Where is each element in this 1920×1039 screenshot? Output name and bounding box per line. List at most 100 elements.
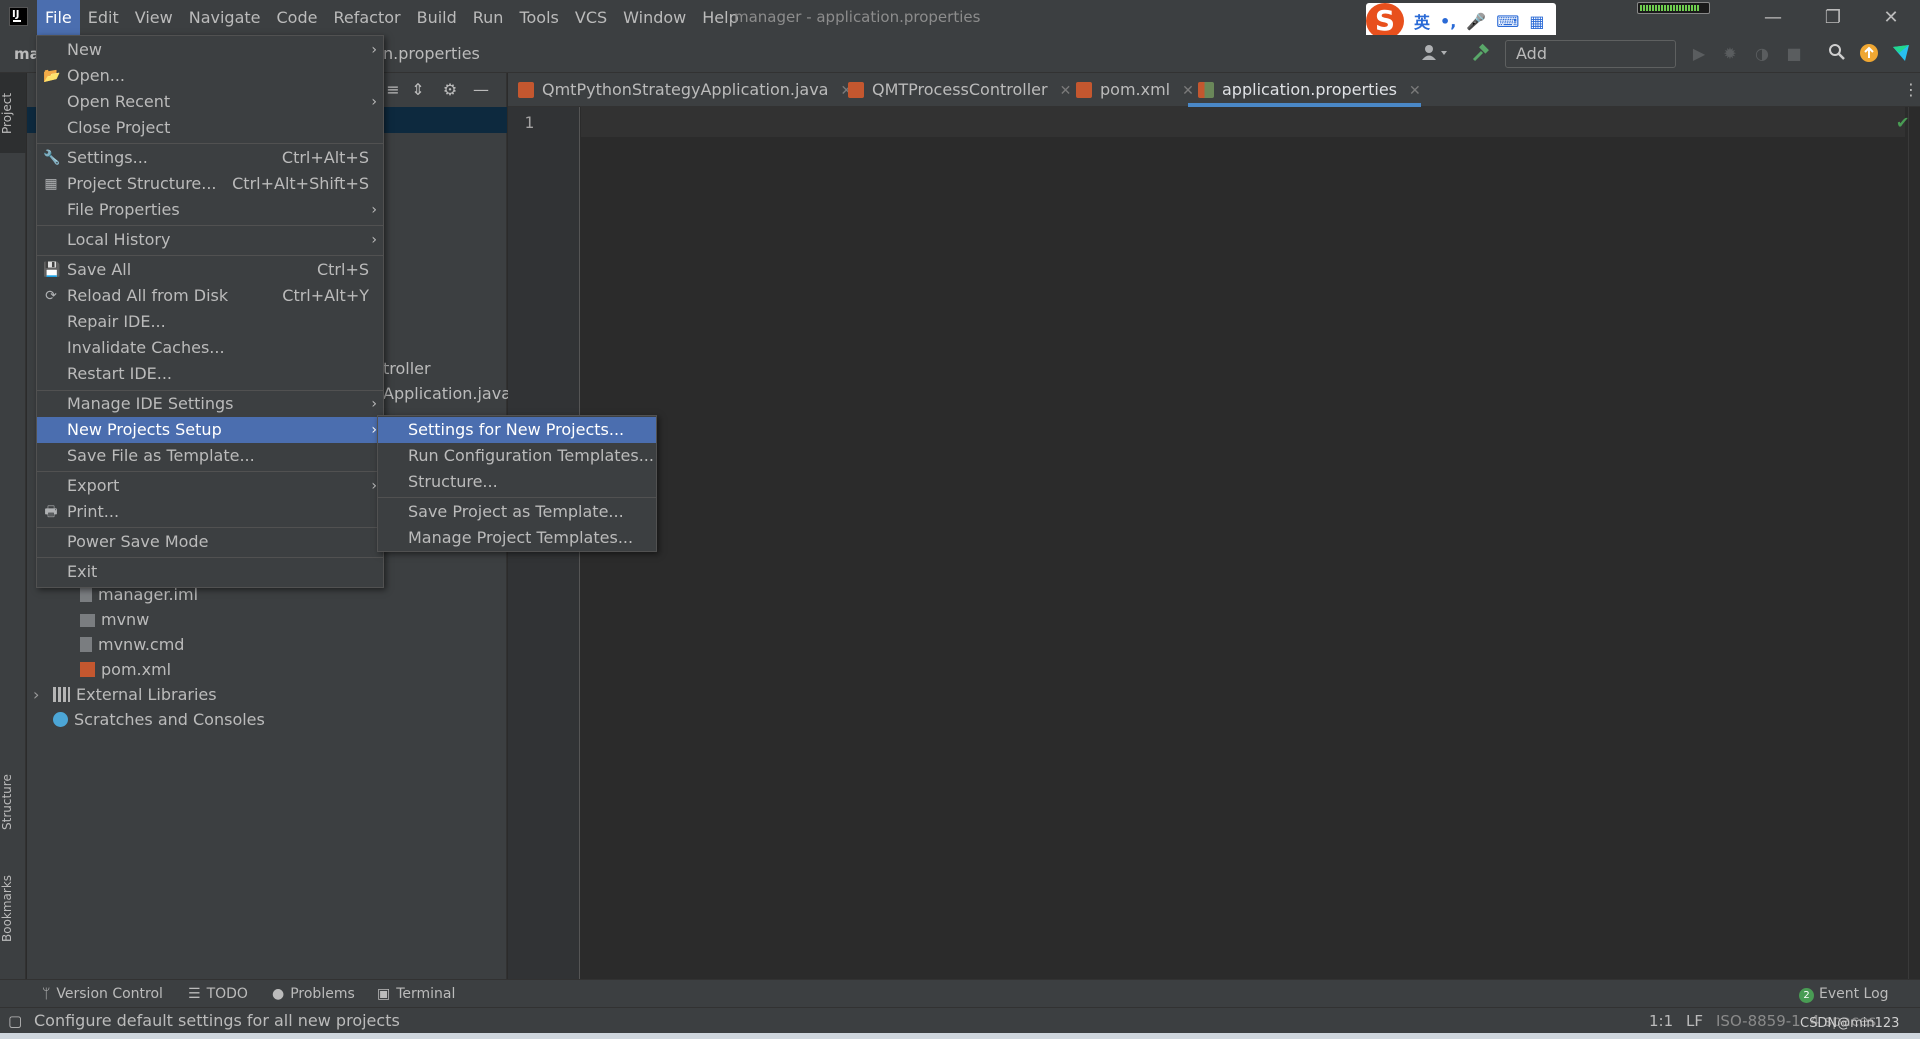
ime-mode-button[interactable]: 英 <box>1414 9 1430 33</box>
update-icon[interactable] <box>1858 43 1880 65</box>
menu-tools[interactable]: Tools <box>511 0 566 35</box>
tree-row-scratches[interactable]: Scratches and Consoles <box>53 707 265 732</box>
run-icon[interactable]: ▶ <box>1688 43 1710 65</box>
tree-row-pom-xml[interactable]: pom.xml <box>80 657 171 682</box>
tab-pom-xml[interactable]: pom.xml ✕ <box>1066 73 1194 107</box>
submenu-item-settings-for-new-projects[interactable]: Settings for New Projects... <box>378 417 656 443</box>
cmd-file-icon <box>80 637 92 652</box>
close-window-button[interactable]: ✕ <box>1868 0 1914 35</box>
menu-item-new[interactable]: New › <box>37 37 383 63</box>
menu-item-repair-ide[interactable]: Repair IDE... <box>37 309 383 335</box>
menu-item-restart-ide[interactable]: Restart IDE... <box>37 361 383 387</box>
menu-item-save-file-as-template[interactable]: Save File as Template... <box>37 443 383 469</box>
menu-item-close-project[interactable]: Close Project <box>37 115 383 141</box>
menu-item-reload-all[interactable]: ⟳ Reload All from Disk Ctrl+Alt+Y <box>37 283 383 309</box>
gear-icon[interactable]: ⚙ <box>439 79 461 101</box>
debug-icon[interactable]: ✹ <box>1719 43 1741 65</box>
checkmark-icon[interactable]: ✔ <box>1896 113 1909 132</box>
close-tab-icon[interactable]: ✕ <box>1409 83 1421 99</box>
submenu-item-save-project-as-template[interactable]: Save Project as Template... <box>378 499 656 525</box>
menu-edit[interactable]: Edit <box>80 0 127 35</box>
menu-item-manage-ide-settings[interactable]: Manage IDE Settings › <box>37 391 383 417</box>
menu-file[interactable]: File <box>37 0 80 35</box>
menu-view[interactable]: View <box>127 0 181 35</box>
menu-navigate[interactable]: Navigate <box>181 0 269 35</box>
menu-item-local-history[interactable]: Local History › <box>37 227 383 253</box>
tree-row-mvnw-cmd[interactable]: mvnw.cmd <box>80 632 184 657</box>
search-everywhere-icon[interactable] <box>1826 43 1848 65</box>
menu-separator <box>378 497 656 498</box>
tab-qmt-process-controller[interactable]: QMTProcessController ✕ <box>838 73 1071 107</box>
version-control-tool-button[interactable]: ᛘ Version Control <box>42 980 163 1008</box>
menu-window[interactable]: Window <box>615 0 694 35</box>
menu-item-open[interactable]: 📂 Open... <box>37 63 383 89</box>
menu-vcs[interactable]: VCS <box>567 0 615 35</box>
editor-scrollbar[interactable] <box>1908 107 1920 979</box>
apps-grid-icon[interactable]: ▦ <box>1529 12 1544 31</box>
menu-item-new-projects-setup[interactable]: New Projects Setup › <box>37 417 383 443</box>
sogou-logo-icon[interactable]: S <box>1366 3 1404 39</box>
file-encoding[interactable]: ISO-8859-1 <box>1716 1008 1801 1034</box>
more-tabs-icon[interactable]: ⋮ <box>1900 79 1920 101</box>
editor-text-area[interactable] <box>581 107 1920 979</box>
submenu-arrow-icon: › <box>371 396 377 412</box>
menu-build[interactable]: Build <box>409 0 465 35</box>
menu-item-shortcut: Ctrl+Alt+Y <box>282 286 369 305</box>
menu-run[interactable]: Run <box>465 0 512 35</box>
chevron-right-icon[interactable]: › <box>33 682 53 707</box>
submenu-item-run-configuration-templates[interactable]: Run Configuration Templates... <box>378 443 656 469</box>
menu-item-settings[interactable]: 🔧 Settings... Ctrl+Alt+S <box>37 145 383 171</box>
hide-panel-icon[interactable]: — <box>470 79 492 101</box>
menu-item-invalidate-caches[interactable]: Invalidate Caches... <box>37 335 383 361</box>
tree-row-mvnw[interactable]: mvnw <box>80 607 149 632</box>
tab-application-properties[interactable]: application.properties ✕ <box>1188 73 1421 107</box>
menu-item-label: Power Save Mode <box>67 532 209 551</box>
build-hammer-icon[interactable] <box>1470 43 1492 65</box>
keyboard-icon[interactable]: ⌨ <box>1496 12 1519 31</box>
menu-item-exit[interactable]: Exit <box>37 559 383 585</box>
menu-item-project-structure[interactable]: ▦ Project Structure... Ctrl+Alt+Shift+S <box>37 171 383 197</box>
menu-item-file-properties[interactable]: File Properties › <box>37 197 383 223</box>
todo-tool-button[interactable]: ☰ TODO <box>188 980 248 1008</box>
breadcrumb-file[interactable]: n.properties <box>383 35 480 73</box>
tree-row-external-libraries[interactable]: › External Libraries <box>33 682 217 707</box>
toolbox-icon[interactable] <box>1890 43 1912 65</box>
terminal-tool-button[interactable]: ▣ Terminal <box>377 980 455 1008</box>
tree-row-application-java[interactable]: Application.java <box>383 381 511 406</box>
user-dropdown-icon[interactable] <box>1420 43 1450 65</box>
menu-separator <box>37 527 383 528</box>
problems-tool-button[interactable]: ● Problems <box>272 980 355 1008</box>
ime-punctuation-button[interactable]: •, <box>1440 12 1456 31</box>
line-separator[interactable]: LF <box>1686 1008 1703 1034</box>
bookmarks-tool-button[interactable]: Bookmarks <box>0 858 26 958</box>
java-class-icon <box>848 82 864 98</box>
expand-all-icon[interactable]: ≡ <box>382 79 404 101</box>
status-toggle-icon[interactable]: ▢ <box>8 1008 22 1034</box>
menu-refactor[interactable]: Refactor <box>325 0 408 35</box>
tab-qmt-python-strategy-application[interactable]: QmtPythonStrategyApplication.java ✕ <box>508 73 852 107</box>
submenu-item-manage-project-templates[interactable]: Manage Project Templates... <box>378 525 656 551</box>
title-bar: File Edit View Navigate Code Refactor Bu… <box>0 0 1920 39</box>
menu-item-print[interactable]: 🖶 Print... <box>37 499 383 525</box>
menu-item-export[interactable]: Export › <box>37 473 383 499</box>
submenu-item-structure[interactable]: Structure... <box>378 469 656 495</box>
ime-toolbar[interactable]: S 英 •, 🎤 ⌨ ▦ <box>1366 3 1556 39</box>
info-icon: ● <box>272 986 285 1002</box>
tree-row-controller[interactable]: troller <box>383 356 431 381</box>
minimize-button[interactable]: — <box>1750 0 1796 35</box>
project-tool-button[interactable]: Project <box>0 73 26 153</box>
menu-item-power-save-mode[interactable]: Power Save Mode <box>37 529 383 555</box>
microphone-icon[interactable]: 🎤 <box>1466 12 1486 31</box>
coverage-icon[interactable]: ◑ <box>1751 43 1773 65</box>
run-configuration-dropdown[interactable]: Add Configuration... <box>1505 40 1676 89</box>
event-log-tool-button[interactable]: 2 Event Log <box>1799 980 1889 1008</box>
menu-code[interactable]: Code <box>269 0 326 35</box>
menu-item-save-all[interactable]: 💾 Save All Ctrl+S <box>37 257 383 283</box>
stop-icon[interactable]: ■ <box>1783 43 1805 65</box>
menu-item-label: New Projects Setup <box>67 420 222 439</box>
structure-tool-button[interactable]: Structure <box>0 759 26 845</box>
menu-item-open-recent[interactable]: Open Recent › <box>37 89 383 115</box>
restore-button[interactable]: ❐ <box>1810 0 1856 35</box>
caret-position[interactable]: 1:1 <box>1649 1008 1673 1034</box>
collapse-all-icon[interactable]: ⇕ <box>407 79 429 101</box>
